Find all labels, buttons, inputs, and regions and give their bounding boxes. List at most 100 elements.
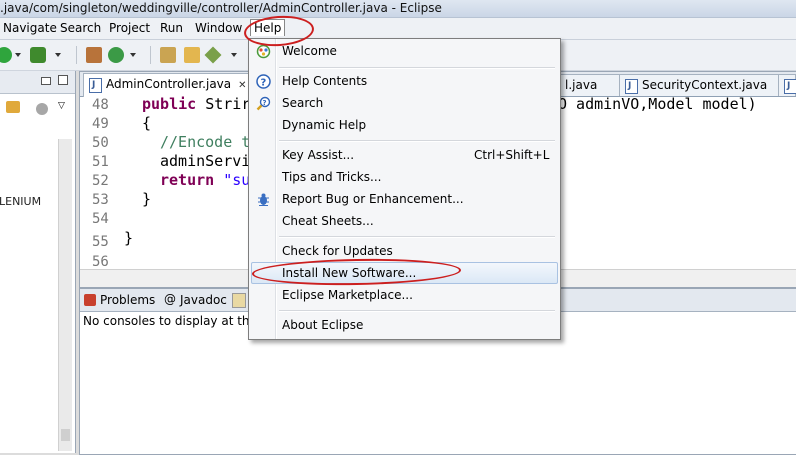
menu-item-search[interactable]: ? Search — [251, 93, 556, 114]
tab-label: Problems — [100, 293, 156, 307]
menu-item-tips-and-tricks[interactable]: Tips and Tricks... — [251, 167, 556, 188]
tab-javadoc[interactable]: @ Javadoc — [162, 292, 227, 308]
menu-navigate[interactable]: Navigate — [0, 20, 60, 36]
menu-item-welcome[interactable]: Welcome — [251, 41, 556, 62]
menu-project[interactable]: Project — [106, 20, 153, 36]
toolbar-separator — [76, 46, 77, 64]
code-line: return "su — [160, 171, 250, 189]
edit-icon[interactable] — [204, 46, 222, 64]
close-icon[interactable]: ✕ — [238, 80, 246, 91]
external-tools-dropdown-icon[interactable] — [55, 53, 61, 57]
menu-item-about-eclipse[interactable]: About Eclipse — [251, 315, 556, 336]
code-string: "su — [214, 171, 251, 189]
scrollbar-thumb[interactable] — [61, 429, 70, 441]
java-file-icon — [625, 79, 638, 94]
collapse-icon[interactable] — [36, 103, 48, 115]
menu-item-dynamic-help[interactable]: Dynamic Help — [251, 115, 556, 136]
line-number: 54 — [92, 211, 109, 227]
javadoc-icon: @ — [164, 292, 176, 306]
code-line: adminServi — [160, 152, 251, 170]
menu-item-label: About Eclipse — [282, 318, 364, 332]
menu-item-label: Cheat Sheets... — [282, 214, 374, 228]
menu-separator — [279, 310, 555, 312]
tab-label: Javadoc — [180, 293, 227, 307]
line-number: 51 — [92, 154, 109, 170]
menu-search[interactable]: Search — [57, 20, 104, 36]
menu-separator — [279, 140, 555, 142]
help-icon: ? — [256, 74, 271, 89]
run-icon[interactable] — [0, 47, 12, 63]
menu-separator — [279, 236, 555, 238]
code-line: } — [142, 190, 152, 208]
new-class-dropdown-icon[interactable] — [130, 53, 136, 57]
maximize-icon[interactable] — [58, 75, 68, 85]
menu-item-label: Key Assist... — [282, 148, 355, 162]
tab-security-context[interactable]: SecurityContext.java — [619, 74, 783, 96]
link-with-editor-icon[interactable] — [6, 101, 20, 113]
tab-label: l.java — [565, 78, 598, 92]
menu-item-report-bug[interactable]: Report Bug or Enhancement... — [251, 189, 556, 210]
menu-item-label: Tips and Tricks... — [282, 170, 382, 184]
console-message: No consoles to display at this ti — [83, 314, 271, 328]
external-tools-icon[interactable] — [30, 47, 46, 63]
line-number: 52 — [92, 173, 109, 189]
line-number: 48 — [92, 97, 109, 113]
welcome-icon — [256, 44, 271, 59]
line-number: 55 — [92, 234, 109, 250]
menu-window[interactable]: Window — [192, 20, 245, 36]
menu-item-shortcut: Ctrl+Shift+L — [474, 148, 550, 162]
menu-item-label: Dynamic Help — [282, 118, 367, 132]
open-type-icon[interactable] — [160, 47, 176, 63]
problems-icon — [84, 294, 96, 306]
help-menu: Welcome ? Help Contents ? Search Dynamic… — [248, 38, 561, 340]
menu-bar: Navigate Search Project Run Window Help — [0, 18, 796, 40]
tab-admin-controller[interactable]: AdminController.java ✕ — [83, 73, 256, 97]
declaration-icon[interactable] — [232, 293, 246, 308]
tab-java-file[interactable]: l.java — [560, 74, 626, 96]
tab-problems[interactable]: Problems — [82, 292, 155, 308]
java-file-icon — [89, 78, 102, 93]
menu-item-cheat-sheets[interactable]: Cheat Sheets... — [251, 211, 556, 232]
svg-text:?: ? — [263, 99, 267, 107]
line-number: 53 — [92, 192, 109, 208]
window-title: .java/com/singleton/weddingville/control… — [0, 1, 442, 15]
left-pane: ▽ LENIUM — [0, 71, 76, 453]
tab-overflow[interactable] — [778, 74, 796, 96]
code-comment: //Encode t — [160, 133, 251, 151]
run-dropdown-icon[interactable] — [15, 53, 21, 57]
keyword: public — [142, 95, 197, 113]
code-text: Strir — [196, 95, 251, 113]
left-pane-header — [0, 71, 75, 94]
tab-label: SecurityContext.java — [642, 78, 768, 92]
new-package-icon[interactable] — [86, 47, 102, 63]
java-file-icon — [784, 79, 796, 94]
menu-item-key-assist[interactable]: Key Assist... Ctrl+Shift+L — [251, 145, 556, 166]
code-line: public Strir — [142, 95, 250, 113]
code-line-continuation: O adminVO,Model model) — [558, 95, 757, 113]
minimize-icon[interactable] — [41, 77, 51, 85]
menu-item-label: Eclipse Marketplace... — [282, 288, 413, 302]
menu-item-label: Search — [282, 96, 324, 110]
tab-label: AdminController.java — [106, 77, 232, 91]
line-number-gutter: 48 49 50 51 52 53 54 55 56 — [80, 97, 122, 270]
project-tree-item[interactable]: LENIUM — [0, 195, 41, 208]
line-number: 56 — [92, 254, 109, 270]
search-help-icon: ? — [256, 96, 271, 111]
bug-icon — [256, 192, 271, 207]
line-number: 50 — [92, 135, 109, 151]
keyword: return — [160, 171, 215, 189]
menu-run[interactable]: Run — [157, 20, 186, 36]
edit-dropdown-icon[interactable] — [231, 53, 237, 57]
title-bar: .java/com/singleton/weddingville/control… — [0, 0, 796, 18]
menu-item-label: Help Contents — [282, 74, 368, 88]
menu-item-label: Report Bug or Enhancement... — [282, 192, 464, 206]
code-line: { — [142, 114, 152, 132]
code-line: } — [124, 229, 134, 247]
menu-item-help-contents[interactable]: ? Help Contents — [251, 71, 556, 92]
toolbar-separator — [150, 46, 151, 64]
open-folder-icon[interactable] — [184, 47, 200, 63]
menu-item-eclipse-marketplace[interactable]: Eclipse Marketplace... — [251, 285, 556, 306]
new-class-icon[interactable] — [108, 47, 124, 63]
left-scrollbar[interactable] — [58, 139, 72, 451]
view-menu-icon[interactable]: ▽ — [58, 101, 65, 111]
